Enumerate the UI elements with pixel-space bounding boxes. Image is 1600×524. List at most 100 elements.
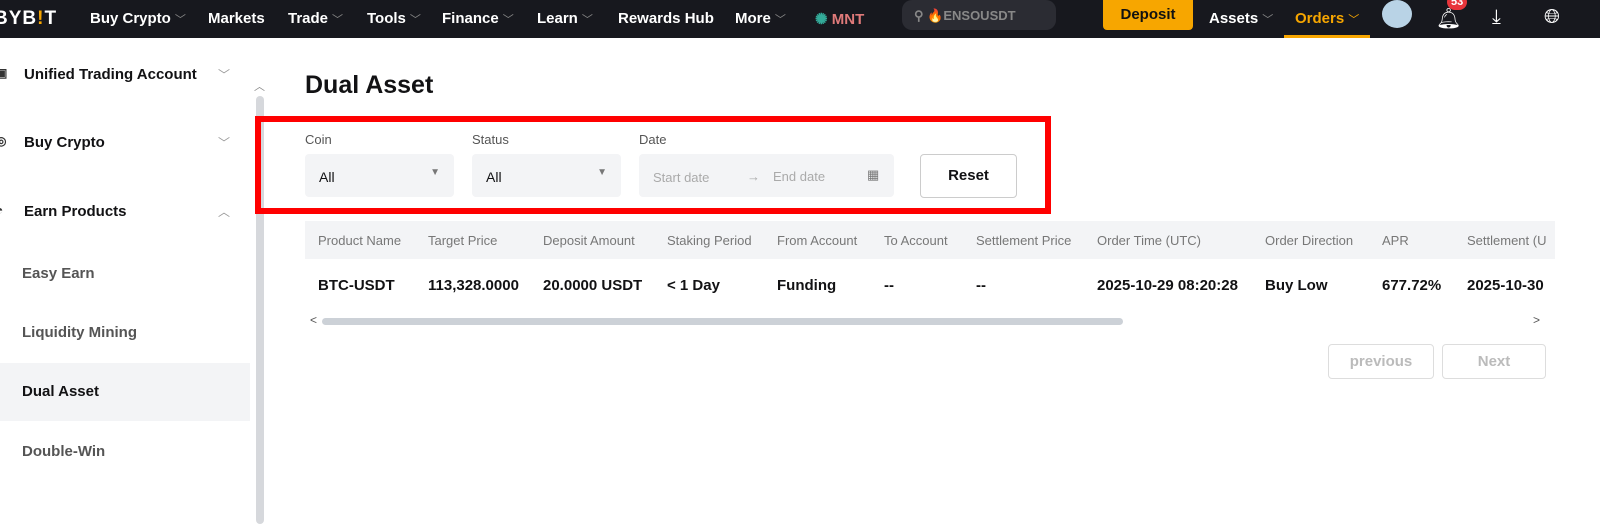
table-cell: --	[976, 277, 986, 294]
column-header: APR	[1382, 233, 1409, 248]
label: Learn	[537, 10, 578, 27]
caret-down-icon: ▼	[430, 167, 440, 178]
column-header: Target Price	[428, 233, 498, 248]
sidebar-item-easy-earn[interactable]: Easy Earn	[0, 245, 250, 303]
chevron-down-icon: ﹀	[218, 136, 231, 150]
nav-finance[interactable]: Finance ﹀	[442, 10, 514, 27]
table-cell: 2025-10-29 08:20:28	[1097, 277, 1238, 294]
wallet-icon: ▣	[0, 66, 8, 80]
table-cell: 677.72%	[1382, 277, 1442, 294]
chevron-down-icon: ﹀	[332, 14, 344, 26]
nav-markets[interactable]: Markets	[208, 10, 265, 27]
value: All	[486, 169, 502, 185]
nav-orders[interactable]: Orders ﹀	[1295, 10, 1359, 27]
table-cell: --	[884, 277, 894, 294]
sidebar-group-unified-trading-account[interactable]: ▣ Unified Trading Account ﹀	[0, 66, 250, 83]
chevron-down-icon: ﹀	[218, 68, 231, 82]
horizontal-scrollbar[interactable]	[322, 318, 1123, 325]
globe-icon[interactable]: 🌐︎	[1544, 6, 1560, 29]
label: Unified Trading Account	[24, 66, 197, 83]
active-indicator	[1284, 35, 1370, 38]
table-cell: 113,328.0000	[428, 277, 519, 294]
chevron-down-icon: ﹀	[1348, 14, 1360, 26]
mnt-icon: ✺	[815, 11, 828, 28]
avatar[interactable]	[1382, 0, 1412, 28]
column-header: To Account	[884, 233, 948, 248]
notification-badge: 53	[1447, 0, 1468, 10]
column-header: Product Name	[318, 233, 402, 248]
date-range-picker[interactable]: Start date → End date ▦	[639, 154, 894, 197]
fire-icon: 🔥	[927, 8, 944, 23]
search-placeholder: ENSOUSDT	[943, 8, 1016, 23]
deposit-button[interactable]: Deposit	[1103, 0, 1193, 30]
sidebar-item-double-win[interactable]: Double-Win	[0, 423, 250, 481]
bybit-logo[interactable]: BYB!T	[0, 8, 57, 30]
search-icon: ⚲	[914, 8, 924, 23]
scroll-up-icon[interactable]: ︿	[254, 78, 265, 94]
table-cell: Buy Low	[1265, 277, 1328, 294]
column-header: Order Direction	[1265, 233, 1354, 248]
end-date-input[interactable]: End date	[773, 169, 825, 184]
date-label: Date	[639, 132, 667, 147]
download-icon[interactable]: ⤓	[1492, 6, 1501, 29]
chevron-down-icon: ﹀	[502, 14, 514, 26]
earn-icon: ◔	[0, 203, 3, 217]
search-input[interactable]: ⚲ 🔥ENSOUSDT	[902, 0, 1056, 30]
nav-assets[interactable]: Assets ﹀	[1209, 10, 1273, 27]
table-cell: BTC-USDT	[318, 277, 395, 294]
sidebar-item-dual-asset[interactable]: Dual Asset	[0, 363, 250, 421]
column-header: Staking Period	[667, 233, 752, 248]
coin-select[interactable]: All ▼	[305, 154, 454, 197]
label: Tools	[367, 10, 406, 27]
table-cell: Funding	[777, 277, 837, 294]
label: More	[735, 10, 771, 27]
label: Buy Crypto	[90, 10, 171, 27]
label: Trade	[288, 10, 329, 27]
chevron-down-icon: ﹀	[409, 14, 421, 26]
nav-learn[interactable]: Learn ﹀	[537, 10, 593, 27]
label: MNT	[831, 11, 865, 28]
value: All	[319, 169, 335, 185]
nav-rewards-hub[interactable]: Rewards Hub	[618, 10, 714, 27]
start-date-input[interactable]: Start date	[653, 170, 709, 185]
nav-mnt[interactable]: ✺ MNT	[815, 10, 864, 28]
top-nav: BYB!T Buy Crypto ﹀ Markets Trade ﹀ Tools ﹀ …	[0, 0, 1600, 38]
nav-trade[interactable]: Trade ﹀	[288, 10, 343, 27]
nav-buy-crypto[interactable]: Buy Crypto ﹀	[90, 10, 186, 27]
scroll-left-icon[interactable]: <	[310, 313, 317, 327]
sidebar-group-earn-products[interactable]: ◔ Earn Products ︿	[0, 203, 250, 220]
table-cell: 2025-10-30	[1467, 277, 1544, 294]
chevron-down-icon: ﹀	[581, 14, 593, 26]
status-select[interactable]: All ▼	[472, 154, 621, 197]
label: Earn Products	[24, 203, 127, 220]
sidebar-item-liquidity-mining[interactable]: Liquidity Mining	[0, 304, 250, 362]
table-cell: < 1 Day	[667, 277, 720, 294]
next-button[interactable]: Next	[1442, 344, 1546, 379]
arrow-right-icon: →	[747, 169, 760, 184]
sidebar: ︿ ▣ Unified Trading Account ﹀ ◎ Buy Crypto ﹀…	[0, 38, 265, 524]
scroll-right-icon[interactable]: >	[1533, 313, 1540, 327]
label: Finance	[442, 10, 499, 27]
reset-button[interactable]: Reset	[920, 154, 1017, 198]
chevron-down-icon: ﹀	[174, 14, 186, 26]
page-title: Dual Asset	[305, 71, 434, 99]
column-header: Settlement (U	[1467, 233, 1547, 248]
previous-button[interactable]: previous	[1328, 344, 1434, 379]
column-header: Settlement Price	[976, 233, 1072, 248]
calendar-icon: ▦	[867, 167, 880, 182]
chevron-down-icon: ﹀	[1262, 14, 1274, 26]
column-header: Deposit Amount	[543, 233, 635, 248]
column-header: From Account	[777, 233, 858, 248]
coin-label: Coin	[305, 132, 332, 147]
nav-tools[interactable]: Tools ﹀	[367, 10, 421, 27]
chevron-down-icon: ﹀	[774, 14, 786, 26]
nav-more[interactable]: More ﹀	[735, 10, 786, 27]
sidebar-group-buy-crypto[interactable]: ◎ Buy Crypto ﹀	[0, 134, 250, 151]
label: Orders	[1295, 10, 1345, 27]
coin-icon: ◎	[0, 134, 7, 148]
status-label: Status	[472, 132, 509, 147]
label: Assets	[1209, 10, 1259, 27]
column-header: Order Time (UTC)	[1097, 233, 1201, 248]
table-cell: 20.0000 USDT	[543, 277, 643, 294]
label: Buy Crypto	[24, 134, 105, 151]
